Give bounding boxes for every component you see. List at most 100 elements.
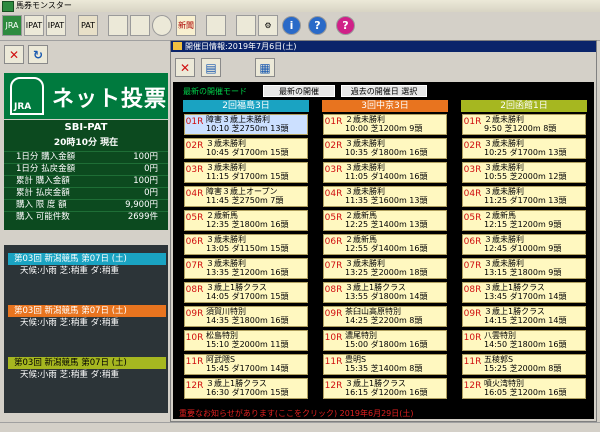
race-number: 10R (324, 331, 343, 350)
race-info: 15:25 芝2000m 8頭 (484, 364, 562, 373)
race-cell[interactable]: 09R 茶臼山高原特別 14:25 芝2200m 8頭 (323, 306, 447, 327)
race-info: 13:35 芝1200m 16頭 (206, 268, 289, 277)
race-number: 08R (463, 283, 482, 302)
close-icon[interactable]: ✕ (175, 58, 195, 77)
meeting-card[interactable]: 第03回 新潟競馬 第07日 (土) 天候:小雨 芝:稍重 ダ:稍重 (8, 357, 166, 382)
race-info: 12:15 芝1200m 9頭 (484, 220, 562, 229)
race-cell[interactable]: 01R 障害３歳上未勝利 10:10 芝2750m 13頭 (184, 114, 308, 135)
important-notice[interactable]: 重要なお知らせがあります(ここをクリック) 2019年6月29日(土) (179, 408, 414, 419)
race-cell[interactable]: 03R ３歳未勝利 11:05 ダ1400m 16頭 (323, 162, 447, 183)
race-cell[interactable]: 09R ３歳上1勝クラス 14:15 芝1200m 14頭 (462, 306, 586, 327)
gear-icon[interactable]: ⚙ (258, 15, 278, 36)
race-info: 9:50 芝1200m 8頭 (484, 124, 557, 133)
race-info: 16:30 ダ1700m 15頭 (206, 388, 289, 397)
race-cell[interactable]: 06R ３歳未勝利 12:45 ダ1000m 9頭 (462, 234, 586, 255)
race-cell[interactable]: 05R ２歳新馬 12:25 芝1400m 13頭 (323, 210, 447, 231)
race-cell[interactable]: 12R 噴火湾特別 16:05 芝1200m 16頭 (462, 378, 586, 399)
race-cell[interactable]: 04R ３歳未勝利 11:35 芝1600m 13頭 (323, 186, 447, 207)
info-icon[interactable]: i (282, 16, 301, 35)
race-cell[interactable]: 08R ３歳上1勝クラス 14:05 ダ1700m 15頭 (184, 282, 308, 303)
race-cell[interactable]: 11R 五稜郭S 15:25 芝2000m 8頭 (462, 354, 586, 375)
race-cell[interactable]: 10R 松島特別 15:10 芝2000m 11頭 (184, 330, 308, 351)
race-cell[interactable]: 05R ２歳新馬 12:15 芝1200m 9頭 (462, 210, 586, 231)
meeting-card[interactable]: 第03回 新潟競馬 第07日 (土) 天候:小雨 芝:稍重 ダ:稍重 (8, 305, 166, 330)
meeting-title: 第03回 新潟競馬 第07日 (土) (8, 253, 166, 265)
ipat-icon[interactable]: IPAT (24, 15, 44, 36)
race-number: 05R (324, 211, 343, 230)
race-cell[interactable]: 08R ３歳上1勝クラス 13:55 ダ1800m 14頭 (323, 282, 447, 303)
race-number: 03R (324, 163, 343, 182)
race-cell[interactable]: 04R ３歳未勝利 11:25 ダ1700m 13頭 (462, 186, 586, 207)
past-meeting-button[interactable]: 過去の開催日 選択 (341, 85, 427, 97)
app-icon (2, 1, 14, 12)
stamp-icon[interactable] (108, 15, 128, 36)
race-number: 12R (463, 379, 482, 398)
race-info: 14:35 芝1800m 16頭 (206, 316, 289, 325)
meeting-card[interactable]: 第03回 新潟競馬 第07日 (土) 天候:小雨 芝:稍重 ダ:稍重 (8, 253, 166, 278)
race-cell[interactable]: 02R ３歳未勝利 10:25 ダ1700m 13頭 (462, 138, 586, 159)
jra-brand-panel: JRA ネット投票 (4, 73, 168, 119)
race-cell[interactable]: 11R 阿武隈S 15:45 ダ1700m 14頭 (184, 354, 308, 375)
refresh-icon[interactable]: ↻ (28, 45, 48, 64)
jra-logo-text: JRA (14, 102, 32, 112)
race-cell[interactable]: 05R ２歳新馬 12:35 芝1800m 16頭 (184, 210, 308, 231)
race-info: 14:15 芝1200m 14頭 (484, 316, 567, 325)
race-info: 14:25 芝2200m 8頭 (345, 316, 423, 325)
race-number: 02R (185, 139, 204, 158)
race-number: 06R (324, 235, 343, 254)
race-number: 04R (463, 187, 482, 206)
race-cell[interactable]: 11R 豊明S 15:35 芝1400m 8頭 (323, 354, 447, 375)
race-number: 07R (324, 259, 343, 278)
camera-icon[interactable] (206, 15, 226, 36)
venue-header[interactable]: 2回福島3日 (183, 100, 309, 112)
help-icon[interactable]: ? (308, 16, 327, 35)
race-cell[interactable]: 12R ３歳上1勝クラス 16:15 ダ1200m 16頭 (323, 378, 447, 399)
race-cell[interactable]: 07R ３歳未勝利 13:35 芝1200m 16頭 (184, 258, 308, 279)
latest-meeting-button[interactable]: 最新の開催 (263, 85, 335, 97)
race-cell[interactable]: 07R ３歳未勝利 13:15 芝1800m 9頭 (462, 258, 586, 279)
race-cell[interactable]: 04R 障害３歳上オープン 11:45 芝2750m 7頭 (184, 186, 308, 207)
race-cell[interactable]: 03R ３歳未勝利 11:15 ダ1700m 15頭 (184, 162, 308, 183)
account-row: 1日分 払戻金額 0円 (4, 163, 168, 175)
race-cell[interactable]: 01R ２歳未勝利 10:00 芝1200m 9頭 (323, 114, 447, 135)
race-cell[interactable]: 08R ３歳上1勝クラス 13:45 ダ1700m 14頭 (462, 282, 586, 303)
brand-title: ネット投票 (52, 87, 168, 112)
venue-header[interactable]: 2回函館1日 (461, 100, 587, 112)
jra-icon[interactable]: JRA (2, 15, 22, 36)
race-cell[interactable]: 07R ３歳未勝利 13:25 芝2000m 18頭 (323, 258, 447, 279)
meeting-title: 第03回 新潟競馬 第07日 (土) (8, 357, 166, 369)
race-number: 06R (463, 235, 482, 254)
race-info: 14:50 芝1800m 16頭 (484, 340, 567, 349)
meeting-weather: 天候:小雨 芝:稍重 ダ:稍重 (8, 265, 166, 277)
race-info: 14:05 ダ1700m 15頭 (206, 292, 289, 301)
race-cell[interactable]: 10R 濃尾特別 15:00 ダ1800m 16頭 (323, 330, 447, 351)
venue-header[interactable]: 3回中京3日 (322, 100, 448, 112)
race-info: 10:45 ダ1700m 15頭 (206, 148, 289, 157)
race-number: 07R (185, 259, 204, 278)
newspaper-icon[interactable]: 新聞 (176, 15, 196, 36)
close-icon[interactable]: ✕ (4, 45, 24, 64)
document-icon[interactable]: ▤ (201, 58, 221, 77)
calendar-view-icon[interactable]: ▦ (255, 58, 275, 77)
race-cell[interactable]: 03R ３歳未勝利 10:55 芝2000m 12頭 (462, 162, 586, 183)
race-cell[interactable]: 06R ３歳未勝利 13:05 ダ1150m 15頭 (184, 234, 308, 255)
race-cell[interactable]: 02R ３歳未勝利 10:35 ダ1800m 16頭 (323, 138, 447, 159)
race-cell[interactable]: 01R ２歳未勝利 9:50 芝1200m 8頭 (462, 114, 586, 135)
mode-label: 最新の開催モード (183, 87, 247, 96)
race-cell[interactable]: 06R ２歳新馬 12:55 ダ1400m 16頭 (323, 234, 447, 255)
ipat2-icon[interactable]: IPAT (46, 15, 66, 36)
printer-icon[interactable] (130, 15, 150, 36)
race-number: 06R (185, 235, 204, 254)
race-cell[interactable]: 12R ３歳上1勝クラス 16:30 ダ1700m 15頭 (184, 378, 308, 399)
account-time: 20時10分 現在 (53, 138, 119, 148)
child-toolbar: ✕ ▤ ▦ (171, 52, 596, 82)
race-number: 09R (185, 307, 204, 326)
race-cell[interactable]: 02R ３歳未勝利 10:45 ダ1700m 15頭 (184, 138, 308, 159)
race-cell[interactable]: 09R 須賀川特別 14:35 芝1800m 16頭 (184, 306, 308, 327)
help-pink-icon[interactable]: ? (336, 16, 355, 35)
save-disk-icon[interactable] (236, 15, 256, 36)
race-info: 12:45 ダ1000m 9頭 (484, 244, 562, 253)
pat-icon[interactable]: PAT (78, 15, 98, 36)
race-cell[interactable]: 10R 八雲特別 14:50 芝1800m 16頭 (462, 330, 586, 351)
clock-icon[interactable] (152, 15, 172, 36)
